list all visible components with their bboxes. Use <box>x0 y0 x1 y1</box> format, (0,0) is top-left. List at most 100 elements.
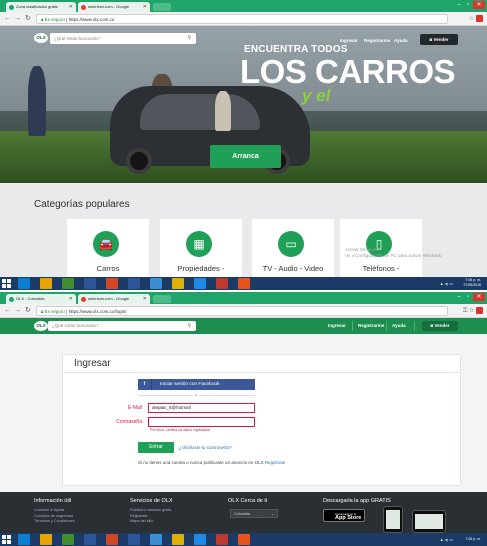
tab-olx-colombia[interactable]: OLX - Colombia ✕ <box>6 294 76 304</box>
arranca-button[interactable]: Arranca <box>210 145 281 168</box>
maximize-button[interactable]: ▫ <box>464 293 472 301</box>
taskbar-app-icon[interactable] <box>216 534 228 545</box>
url-field[interactable]: 🔒︎ Es seguro | https://www.olx.com.co <box>36 14 448 24</box>
window-controls: – ▫ ✕ <box>455 293 485 302</box>
taskbar-app-icon[interactable] <box>40 534 52 545</box>
extension-icon[interactable] <box>476 306 483 314</box>
nav-login-link[interactable]: Ingresar <box>328 323 346 328</box>
window-close-button[interactable]: ✕ <box>473 1 485 9</box>
taskbar-app-icon[interactable] <box>84 278 96 289</box>
olx-logo[interactable]: OLX <box>34 33 48 43</box>
email-field[interactable]: aleptac_5@hotmail <box>148 403 255 413</box>
car-icon: 🚘 <box>93 231 119 257</box>
taskbar-app-icon[interactable] <box>238 534 250 545</box>
sell-button[interactable]: ◙ Vender <box>422 321 458 331</box>
taskbar-app-icon[interactable] <box>150 278 162 289</box>
secure-label: Es seguro <box>44 309 65 314</box>
app-store-badge[interactable]: Consíguelo en el App Store <box>323 509 365 522</box>
hero-person <box>215 91 231 131</box>
window-close-button[interactable]: ✕ <box>473 293 485 301</box>
taskbar-app-icon[interactable] <box>106 534 118 545</box>
new-tab-button[interactable] <box>153 295 171 303</box>
taskbar-app-icon[interactable] <box>18 534 30 545</box>
category-label: Teléfonos - <box>362 264 400 273</box>
footer-link[interactable]: Mapa del sitio <box>130 519 173 525</box>
search-icon[interactable]: ⚲ <box>187 321 191 331</box>
tray-icons[interactable]: ▲ ◂) ▭ <box>440 281 453 286</box>
taskbar-app-icon[interactable] <box>84 534 96 545</box>
taskbar-app-icon[interactable] <box>128 534 140 545</box>
url-field[interactable]: 🔒︎ Es seguro | https://www.olx.com.co/lo… <box>36 306 448 316</box>
nav-login-link[interactable]: Ingresar <box>340 38 358 43</box>
olx-logo[interactable]: OLX <box>34 321 48 331</box>
extension-icon[interactable] <box>476 14 483 22</box>
forward-icon[interactable]: → <box>14 306 21 316</box>
hero-person <box>28 66 46 136</box>
taskbar-app-icon[interactable] <box>106 278 118 289</box>
key-icon[interactable]: ⚿ <box>463 308 468 314</box>
taskbar-app-icon[interactable] <box>194 278 206 289</box>
taskbar-app-icon[interactable] <box>172 278 184 289</box>
close-icon[interactable]: ✕ <box>69 294 73 304</box>
footer-link[interactable]: Publicá tu anuncio gratis <box>130 508 173 514</box>
facebook-label: Iniciar sesión con Facebook <box>160 382 220 387</box>
nav-register-link[interactable]: Registrarme <box>364 38 390 43</box>
sell-label: Vender <box>434 323 450 328</box>
category-card-carros[interactable]: 🚘 Carros <box>67 219 149 279</box>
search-icon[interactable]: ⚲ <box>187 33 191 44</box>
taskbar-clock[interactable]: 7:06 p. m. <box>465 537 481 542</box>
taskbar-app-icon[interactable] <box>172 534 184 545</box>
close-icon[interactable]: ✕ <box>143 2 147 12</box>
close-icon[interactable]: ✕ <box>143 294 147 304</box>
nav-help-link[interactable]: Ayuda <box>392 323 406 328</box>
nav-register-link[interactable]: Registrarme <box>358 323 384 328</box>
country-select[interactable]: Colombia ⌄ <box>230 509 278 518</box>
close-icon[interactable]: ✕ <box>69 2 73 12</box>
footer-heading: Descargarla la app GRATIS <box>323 498 391 504</box>
windows-start-icon[interactable] <box>2 535 12 544</box>
tray-icons[interactable]: ▲ ◂) ▭ <box>440 537 453 542</box>
address-bar: ← → ↻ 🔒︎ Es seguro | https://www.olx.com… <box>0 12 487 26</box>
taskbar-clock[interactable]: 7:06 p. m. 27/05/2018 <box>463 278 481 288</box>
taskbar-app-icon[interactable] <box>150 534 162 545</box>
reload-icon[interactable]: ↻ <box>25 14 31 24</box>
address-bar: ← → ↻ 🔒︎ Es seguro | https://www.olx.com… <box>0 304 487 318</box>
taskbar-app-icon[interactable] <box>40 278 52 289</box>
taskbar-app-icon[interactable] <box>18 278 30 289</box>
star-icon[interactable]: ☆ <box>469 16 474 22</box>
submit-button[interactable]: Entrar <box>138 442 174 453</box>
footer-heading: Servicios de OLX <box>130 498 173 504</box>
search-input[interactable]: ¿Qué estás buscando? ⚲ <box>50 33 196 44</box>
sell-button[interactable]: ◙ Vender <box>420 34 458 45</box>
search-input[interactable]: ¿Qué estás buscando? ⚲ <box>48 321 196 331</box>
taskbar-app-icon[interactable] <box>128 278 140 289</box>
tab-google[interactable]: selenium.com - Google ✕ <box>78 294 150 304</box>
tab-olx-home[interactable]: Zona clasificados gratis ✕ <box>6 2 76 12</box>
forgot-password-link[interactable]: ¿Olvidaste tu contraseña? <box>179 445 232 450</box>
back-icon[interactable]: ← <box>4 14 11 24</box>
password-field[interactable] <box>148 417 255 427</box>
minimize-button[interactable]: – <box>455 1 463 9</box>
taskbar-app-icon[interactable] <box>194 534 206 545</box>
facebook-login-button[interactable]: f Iniciar sesión con Facebook <box>138 379 255 390</box>
category-card-tv[interactable]: ▭ TV - Audio - Video <box>252 219 334 279</box>
forward-icon[interactable]: → <box>14 14 21 24</box>
maximize-button[interactable]: ▫ <box>464 1 472 9</box>
minimize-button[interactable]: – <box>455 293 463 301</box>
star-icon[interactable]: ☆ <box>469 308 474 314</box>
clock-time: 7:06 p. m. <box>465 537 481 541</box>
reload-icon[interactable]: ↻ <box>25 306 31 316</box>
categories-title: Categorías populares <box>34 199 130 210</box>
category-card-propiedades[interactable]: ▦ Propiedades - <box>160 219 242 279</box>
footer-link[interactable]: Términos y Condiciones <box>34 519 75 525</box>
back-icon[interactable]: ← <box>4 306 11 316</box>
taskbar-app-icon[interactable] <box>216 278 228 289</box>
windows-start-icon[interactable] <box>2 279 12 288</box>
taskbar-app-icon[interactable] <box>238 278 250 289</box>
taskbar-app-icon[interactable] <box>62 534 74 545</box>
register-link[interactable]: Registrate <box>265 460 286 465</box>
tab-google[interactable]: selenium.com - Google ✕ <box>78 2 150 12</box>
taskbar-app-icon[interactable] <box>62 278 74 289</box>
nav-help-link[interactable]: Ayuda <box>394 38 408 43</box>
new-tab-button[interactable] <box>153 3 171 11</box>
